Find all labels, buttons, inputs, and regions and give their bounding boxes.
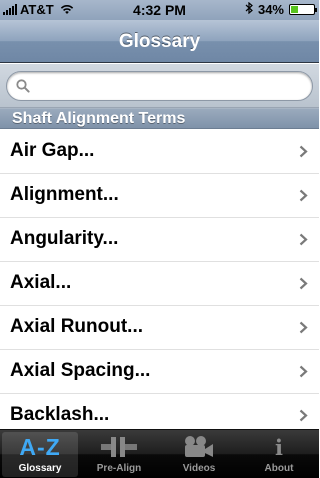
list-item[interactable]: Alignment... xyxy=(0,174,319,218)
list-item[interactable]: Air Gap... xyxy=(0,130,319,174)
section-header: Shaft Alignment Terms xyxy=(0,108,319,129)
list-item-label: Alignment... xyxy=(10,184,119,205)
search-input[interactable] xyxy=(6,71,313,101)
list-item[interactable]: Backlash... xyxy=(0,394,319,430)
page-title: Glossary xyxy=(118,31,201,52)
status-right: 34% xyxy=(245,1,317,17)
chevron-right-icon xyxy=(299,277,308,290)
tab-about[interactable]: i About xyxy=(241,432,317,477)
tab-label: Videos xyxy=(182,463,216,474)
battery-charging-icon xyxy=(289,4,317,15)
navigation-bar: Glossary xyxy=(0,20,319,63)
shaft-align-icon xyxy=(81,432,157,462)
list-item-label: Air Gap... xyxy=(10,140,95,161)
a-z-icon: A-Z xyxy=(19,433,61,460)
list-item-label: Axial Spacing... xyxy=(10,360,151,381)
tab-bar: A-Z Glossary Pre-Align Videos i About xyxy=(0,429,319,478)
section-header-label: Shaft Alignment Terms xyxy=(12,110,186,127)
video-camera-icon xyxy=(161,432,237,462)
list-item[interactable]: Axial Runout... xyxy=(0,306,319,350)
tab-pre-align[interactable]: Pre-Align xyxy=(81,432,157,477)
tab-label: Glossary xyxy=(18,463,62,474)
chevron-right-icon xyxy=(299,321,308,334)
tab-label: Pre-Align xyxy=(96,463,142,474)
list-item[interactable]: Angularity... xyxy=(0,218,319,262)
search-icon xyxy=(16,79,30,93)
status-bar: AT&T 4:32 PM 34% xyxy=(0,0,319,20)
list-item[interactable]: Axial... xyxy=(0,262,319,306)
chevron-right-icon xyxy=(299,233,308,246)
glossary-list: Air Gap... Alignment... Angularity... Ax… xyxy=(0,130,319,430)
list-item-label: Axial Runout... xyxy=(10,316,143,337)
list-item-label: Axial... xyxy=(10,272,72,293)
search-bar xyxy=(0,64,319,108)
list-item-label: Angularity... xyxy=(10,228,119,249)
battery-percent: 34% xyxy=(257,2,284,17)
list-item[interactable]: Axial Spacing... xyxy=(0,350,319,394)
list-item-label: Backlash... xyxy=(10,404,110,425)
tab-videos[interactable]: Videos xyxy=(161,432,237,477)
info-icon: i xyxy=(275,434,283,460)
chevron-right-icon xyxy=(299,189,308,202)
chevron-right-icon xyxy=(299,145,308,158)
tab-glossary[interactable]: A-Z Glossary xyxy=(2,432,78,477)
chevron-right-icon xyxy=(299,365,308,378)
chevron-right-icon xyxy=(299,409,308,422)
bluetooth-icon xyxy=(245,1,253,17)
tab-label: About xyxy=(264,463,294,474)
